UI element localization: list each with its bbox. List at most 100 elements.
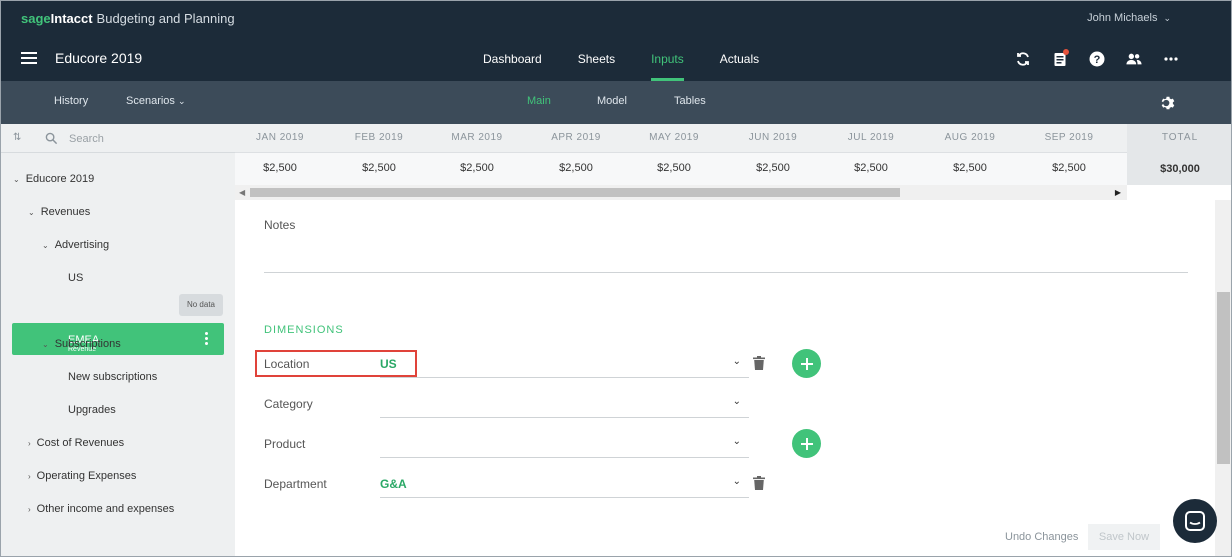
chevron-right-icon: › — [28, 439, 31, 448]
main-nav: Educore 2019 Dashboard Sheets Inputs Act… — [1, 37, 1231, 81]
no-data-badge: No data — [179, 294, 223, 316]
month-value-cell[interactable]: $2,500 — [639, 162, 709, 174]
tree-item-cost-of-revenues[interactable]: › Cost of Revenues — [28, 437, 124, 449]
sync-icon[interactable] — [1013, 49, 1033, 69]
month-value-cell[interactable]: $2,500 — [541, 162, 611, 174]
tree-item-educore[interactable]: ⌄ Educore 2019 — [13, 173, 94, 185]
search-input[interactable] — [69, 130, 219, 148]
user-menu[interactable]: John Michaels ⌄ — [1087, 12, 1171, 24]
hamburger-menu-icon[interactable] — [21, 52, 37, 65]
month-value-cell[interactable]: $2,500 — [245, 162, 315, 174]
month-values-row: $2,500 $2,500 $2,500 $2,500 $2,500 $2,50… — [235, 153, 1127, 185]
brand-bar: sageIntacct Budgeting and Planning John M… — [1, 1, 1231, 37]
tree-item-new-subscriptions[interactable]: New subscriptions — [68, 371, 157, 383]
scroll-left-icon[interactable]: ◀ — [239, 188, 245, 197]
clipboard-icon[interactable] — [1050, 49, 1070, 69]
dimension-label: Department — [264, 477, 327, 491]
horizontal-scrollbar[interactable]: ◀ ▶ — [235, 185, 1127, 200]
search-icon — [45, 132, 58, 145]
total-value: $30,000 — [1160, 163, 1200, 175]
trash-icon[interactable] — [753, 356, 765, 370]
more-icon[interactable] — [1161, 49, 1181, 69]
tree-item-subscriptions[interactable]: ⌄ Subscriptions — [42, 338, 121, 350]
tree-item-revenues[interactable]: ⌄ Revenues — [28, 206, 90, 218]
tab-inputs[interactable]: Inputs — [651, 37, 684, 81]
chevron-down-icon: ⌄ — [732, 356, 741, 367]
tree-item-upgrades[interactable]: Upgrades — [68, 404, 116, 416]
chevron-right-icon: › — [28, 505, 31, 514]
history-link[interactable]: History — [54, 95, 88, 107]
month-header: APR 2019 — [551, 132, 601, 143]
month-header: AUG 2019 — [944, 132, 996, 143]
month-value-cell[interactable]: $2,500 — [935, 162, 1005, 174]
month-value-cell[interactable]: $2,500 — [836, 162, 906, 174]
chat-launcher[interactable] — [1173, 499, 1217, 543]
help-icon[interactable]: ? — [1087, 49, 1107, 69]
undo-changes-button[interactable]: Undo Changes — [1005, 531, 1078, 543]
tab-dashboard[interactable]: Dashboard — [483, 37, 542, 81]
tree-item-label: Advertising — [54, 239, 110, 251]
scrollbar-thumb[interactable] — [1217, 292, 1230, 464]
detail-panel: Notes DIMENSIONS Location US ⌄ Category … — [235, 200, 1231, 556]
nav-icons: ? — [996, 49, 1181, 69]
tree-item-label: Other income and expenses — [36, 503, 175, 515]
tree-item-operating-expenses[interactable]: › Operating Expenses — [28, 470, 136, 482]
tree-item-label: Revenues — [40, 206, 91, 218]
department-select[interactable]: G&A ⌄ — [380, 470, 749, 498]
tree-item-label: Subscriptions — [54, 338, 121, 350]
vertical-scrollbar[interactable] — [1215, 200, 1231, 556]
product-select[interactable]: ⌄ — [380, 430, 749, 458]
kebab-menu-icon[interactable] — [205, 332, 208, 347]
brand-sage: sage — [21, 11, 51, 26]
month-value-cell[interactable]: $2,500 — [442, 162, 512, 174]
chat-icon — [1185, 511, 1205, 531]
month-value-cell[interactable]: $2,500 — [344, 162, 414, 174]
add-dimension-button[interactable] — [792, 429, 821, 458]
sub-nav: History Scenarios ⌄ Main Model Tables — [1, 81, 1231, 124]
tab-sheets[interactable]: Sheets — [578, 37, 615, 81]
chevron-down-icon: ⌄ — [13, 175, 20, 184]
gear-icon[interactable] — [1159, 94, 1177, 112]
dimension-value: G&A — [380, 477, 407, 491]
location-select[interactable]: US ⌄ — [380, 350, 749, 378]
month-value-cell[interactable]: $2,500 — [738, 162, 808, 174]
category-select[interactable]: ⌄ — [380, 390, 749, 418]
notification-dot — [1063, 49, 1069, 55]
trash-icon[interactable] — [753, 476, 765, 490]
people-icon[interactable] — [1124, 49, 1144, 69]
dimension-label: Location — [264, 357, 310, 371]
tab-main[interactable]: Main — [527, 95, 551, 107]
add-dimension-button[interactable] — [792, 349, 821, 378]
svg-text:?: ? — [1094, 54, 1101, 66]
tab-model[interactable]: Model — [597, 95, 627, 107]
tree-item-label: Educore 2019 — [25, 173, 95, 185]
user-name: John Michaels — [1087, 12, 1158, 24]
month-header: JUN 2019 — [748, 132, 798, 143]
dimension-row-product: Product ⌄ — [264, 429, 964, 460]
dimensions-title: DIMENSIONS — [264, 324, 344, 336]
save-now-button[interactable]: Save Now — [1088, 524, 1160, 550]
month-value-cell[interactable]: $2,500 — [1034, 162, 1104, 174]
month-header: SEP 2019 — [1044, 132, 1094, 143]
expand-collapse-icon[interactable]: ⇅ — [13, 132, 21, 143]
dimension-row-department: Department G&A ⌄ — [264, 470, 964, 500]
app-window: sageIntacct Budgeting and Planning John M… — [0, 0, 1232, 557]
month-header-row: JAN 2019 FEB 2019 MAR 2019 APR 2019 MAY … — [235, 124, 1231, 153]
sidebar-search: ⇅ — [1, 124, 235, 153]
scenarios-dropdown[interactable]: Scenarios ⌄ — [126, 95, 186, 107]
chevron-down-icon: ⌄ — [732, 396, 741, 407]
tree-item-us[interactable]: US — [68, 272, 83, 284]
tab-actuals[interactable]: Actuals — [720, 37, 759, 81]
month-header: MAY 2019 — [649, 132, 699, 143]
dimension-label: Category — [264, 397, 313, 411]
tree-item-advertising[interactable]: ⌄ Advertising — [42, 239, 109, 251]
month-header: JUL 2019 — [847, 132, 895, 143]
scrollbar-thumb[interactable] — [250, 188, 900, 197]
notes-input[interactable] — [264, 272, 1188, 273]
notes-label: Notes — [264, 218, 296, 232]
tab-tables[interactable]: Tables — [674, 95, 706, 107]
scroll-right-icon[interactable]: ▶ — [1115, 188, 1121, 197]
tree-item-other-income[interactable]: › Other income and expenses — [28, 503, 174, 515]
total-header: TOTAL — [1161, 132, 1199, 143]
app-title: Educore 2019 — [55, 50, 143, 66]
